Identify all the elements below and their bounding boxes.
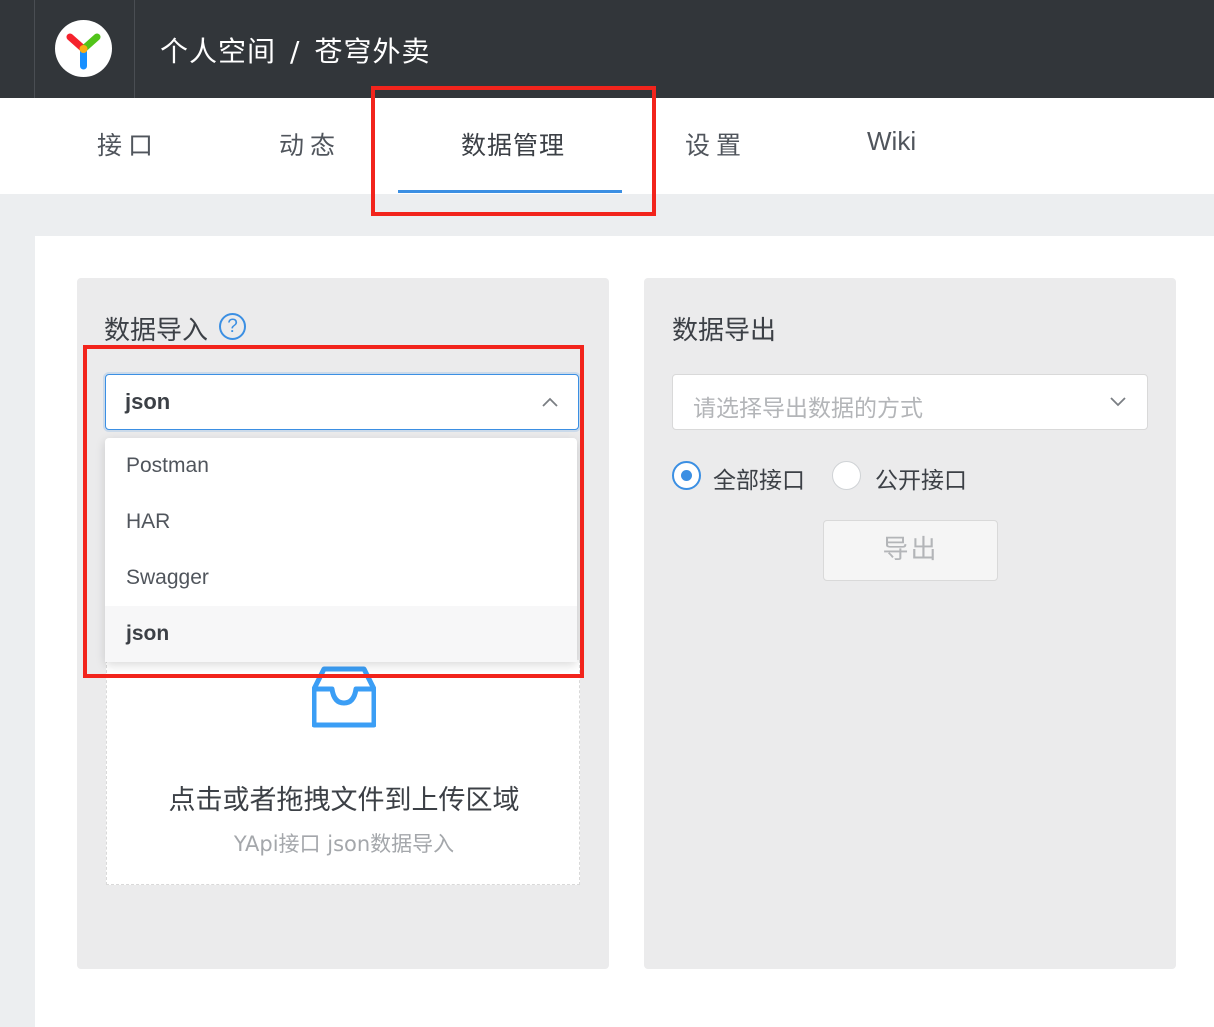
export-button[interactable]: 导出 — [823, 520, 998, 581]
tab-interface[interactable]: 接口 — [97, 126, 159, 162]
nav-divider — [34, 0, 35, 98]
yapi-logo-icon[interactable] — [55, 20, 112, 77]
chevron-down-icon — [1110, 397, 1126, 407]
radio-public-interfaces-label[interactable]: 公开接口 — [875, 461, 967, 495]
breadcrumb-project-link[interactable]: 苍穹外卖 — [314, 35, 430, 68]
breadcrumb: 个人空间 / 苍穹外卖 — [160, 30, 430, 70]
export-panel-title: 数据导出 — [672, 316, 777, 346]
top-nav-bar: 个人空间 / 苍穹外卖 — [0, 0, 1214, 98]
export-type-select[interactable]: 请选择导出数据的方式 — [672, 374, 1148, 430]
tab-settings[interactable]: 设置 — [685, 126, 747, 162]
radio-public-interfaces[interactable] — [832, 461, 861, 490]
question-circle-icon[interactable]: ? — [219, 313, 246, 340]
import-panel-title: 数据导入 — [104, 316, 209, 346]
tab-activity[interactable]: 动态 — [279, 126, 341, 162]
tab-wiki[interactable]: Wiki — [867, 126, 916, 157]
upload-instruction: 点击或者拖拽文件到上传区域 — [168, 785, 520, 816]
breadcrumb-separator: / — [290, 35, 301, 68]
export-type-placeholder: 请选择导出数据的方式 — [693, 396, 923, 422]
nav-divider — [134, 0, 135, 98]
radio-all-interfaces[interactable] — [672, 461, 701, 490]
radio-all-interfaces-label[interactable]: 全部接口 — [713, 461, 805, 495]
breadcrumb-space-link[interactable]: 个人空间 — [160, 35, 276, 68]
annotation-highlight-dropdown — [83, 345, 584, 678]
upload-dropzone[interactable]: 点击或者拖拽文件到上传区域 YApi接口 json数据导入 — [106, 660, 580, 885]
upload-hint: YApi接口 json数据导入 — [233, 832, 455, 856]
annotation-highlight-tab — [371, 86, 656, 216]
